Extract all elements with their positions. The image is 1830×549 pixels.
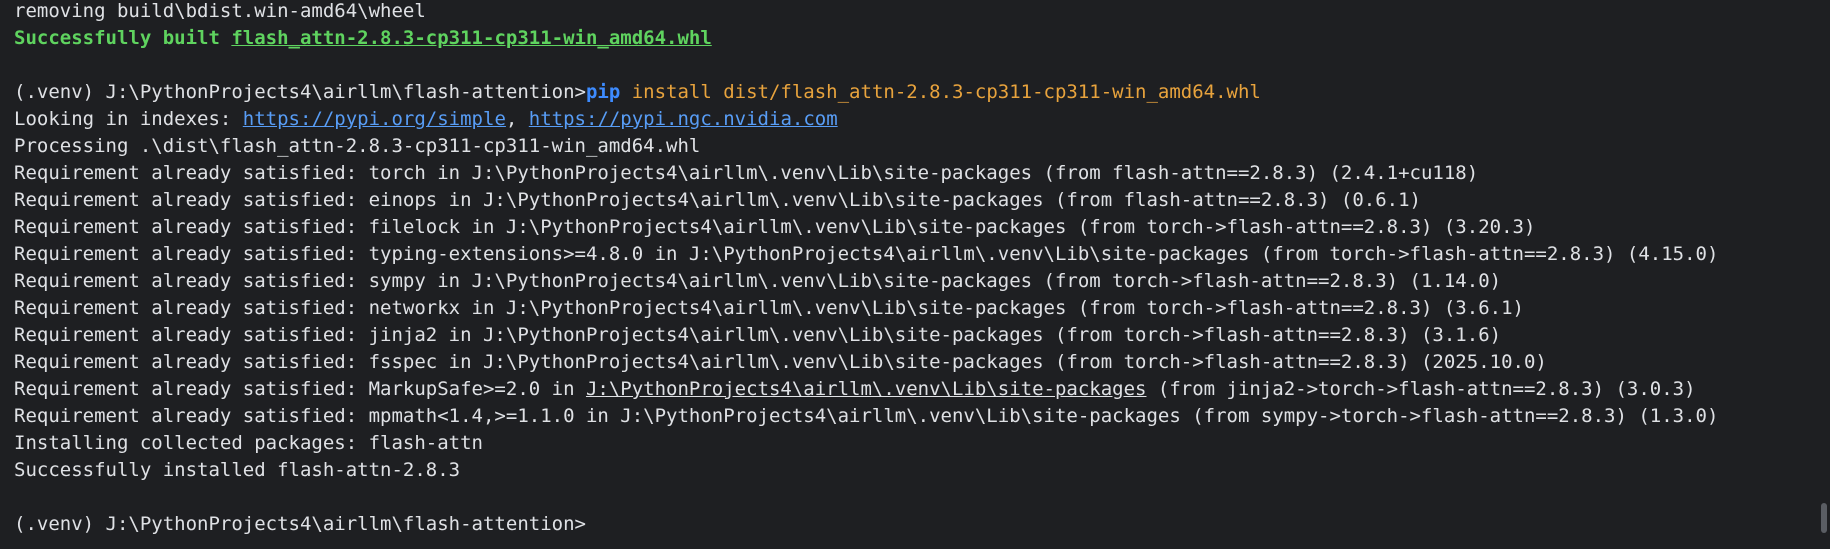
- requirement-line: Requirement already satisfied: fsspec in…: [14, 351, 1547, 373]
- site-packages-path-link[interactable]: J:\PythonProjects4\airllm\.venv\Lib\site…: [586, 378, 1147, 400]
- output-line-indexes: Looking in indexes: https://pypi.org/sim…: [14, 106, 1816, 133]
- requirement-line-markupsafe: Requirement already satisfied: MarkupSaf…: [14, 376, 1816, 403]
- vertical-scrollbar[interactable]: [1818, 0, 1830, 549]
- prompt: (.venv) J:\PythonProjects4\airllm\flash-…: [14, 81, 586, 103]
- requirement-line: Requirement already satisfied: sympy in …: [14, 270, 1502, 292]
- output-line-built: Successfully built flash_attn-2.8.3-cp31…: [14, 25, 1816, 52]
- markupsafe-suffix: (from jinja2->torch->flash-attn==2.8.3) …: [1146, 378, 1696, 400]
- built-prefix: Successfully built: [14, 27, 232, 49]
- index-separator: ,: [505, 108, 529, 130]
- command-line: (.venv) J:\PythonProjects4\airllm\flash-…: [14, 79, 1816, 106]
- pip-command: pip: [585, 81, 621, 103]
- indexes-prefix: Looking in indexes:: [14, 108, 243, 130]
- requirement-line: Requirement already satisfied: torch in …: [14, 162, 1479, 184]
- requirement-line: Requirement already satisfied: typing-ex…: [14, 243, 1719, 265]
- index-url-nvidia[interactable]: https://pypi.ngc.nvidia.com: [529, 108, 838, 130]
- scrollbar-thumb[interactable]: [1821, 503, 1827, 533]
- output-line-removing: removing build\bdist.win-amd64\wheel: [14, 0, 426, 22]
- output-line-installed: Successfully installed flash-attn-2.8.3: [14, 459, 461, 481]
- requirement-line: Requirement already satisfied: filelock …: [14, 216, 1536, 238]
- command-prompt-current[interactable]: (.venv) J:\PythonProjects4\airllm\flash-…: [14, 511, 1816, 538]
- requirement-line-mpmath: Requirement already satisfied: mpmath<1.…: [14, 405, 1719, 427]
- output-line-installing: Installing collected packages: flash-att…: [14, 432, 483, 454]
- markupsafe-prefix: Requirement already satisfied: MarkupSaf…: [14, 378, 586, 400]
- terminal-window[interactable]: removing build\bdist.win-amd64\wheel Suc…: [0, 0, 1830, 549]
- requirement-line: Requirement already satisfied: networkx …: [14, 297, 1524, 319]
- built-wheel-link[interactable]: flash_attn-2.8.3-cp311-cp311-win_amd64.w…: [231, 27, 711, 49]
- index-url-pypi[interactable]: https://pypi.org/simple: [243, 108, 506, 130]
- requirement-line: Requirement already satisfied: einops in…: [14, 189, 1421, 211]
- requirement-line: Requirement already satisfied: jinja2 in…: [14, 324, 1502, 346]
- output-line-processing: Processing .\dist\flash_attn-2.8.3-cp311…: [14, 135, 701, 157]
- command-args: install dist/flash_attn-2.8.3-cp311-cp31…: [620, 81, 1261, 103]
